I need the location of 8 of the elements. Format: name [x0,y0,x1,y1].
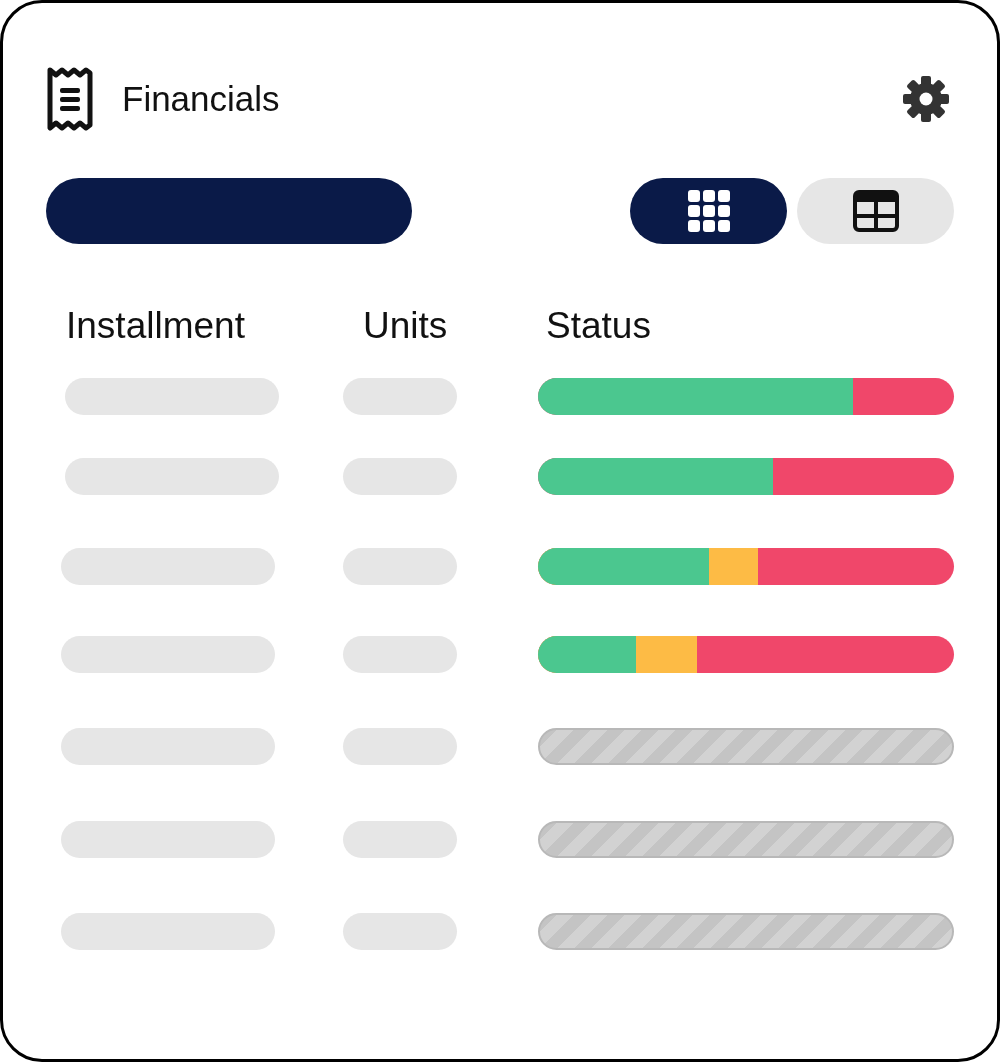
page-title: Financials [122,77,280,120]
grid-icon [687,190,730,232]
table-icon [852,190,899,232]
column-header: Installment [66,304,246,348]
column-header: Units [363,304,449,348]
settings-icon[interactable] [902,75,950,123]
column-header: Status [546,304,651,348]
receipt-icon [46,67,94,131]
